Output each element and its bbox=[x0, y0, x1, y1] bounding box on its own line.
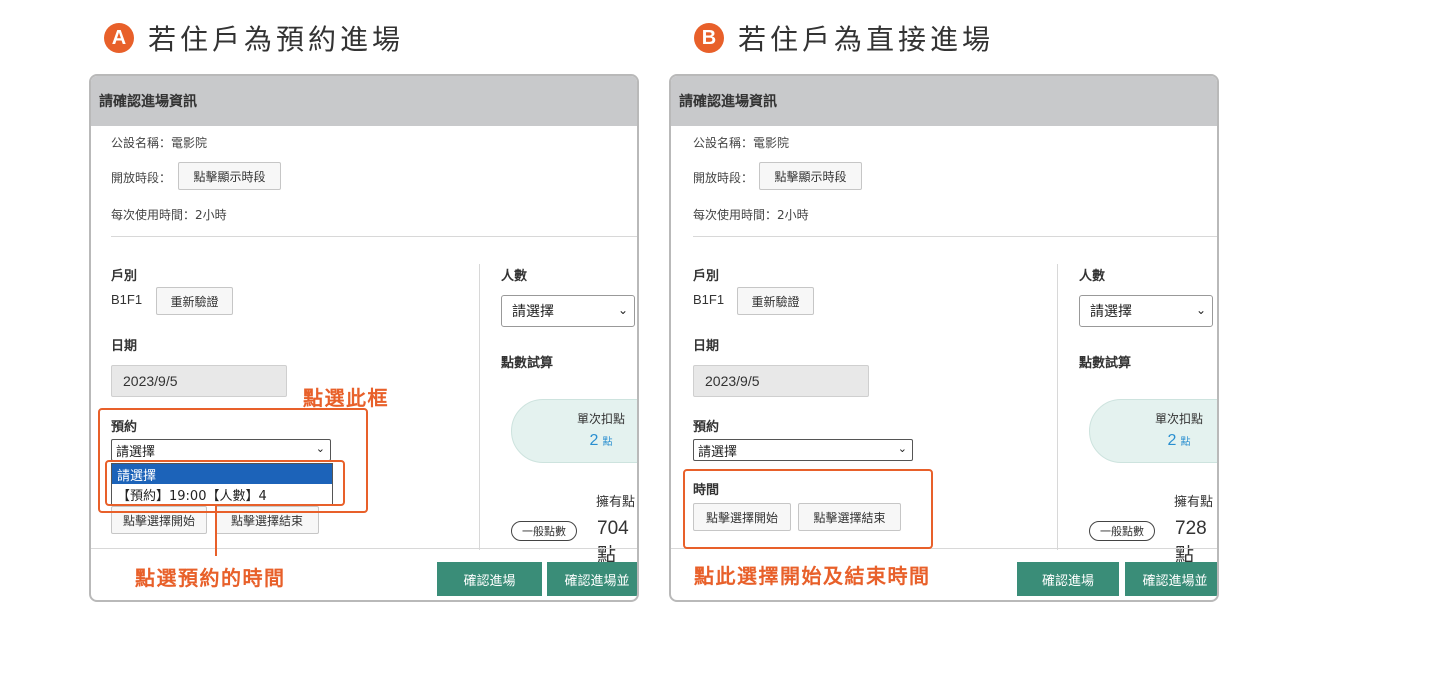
date-field[interactable]: 2023/9/5 bbox=[111, 365, 287, 397]
per-use-unit: 點 bbox=[602, 437, 613, 448]
usage-time: 每次使用時間：2小時 bbox=[111, 208, 227, 222]
confirm-entry-plus-button[interactable]: 確認進場並 bbox=[547, 562, 637, 596]
badge-a: A bbox=[104, 23, 134, 53]
callout-box-options bbox=[105, 460, 345, 506]
reverify-button[interactable]: 重新驗證 bbox=[737, 287, 814, 315]
point-type-badge: 一般點數 bbox=[511, 521, 577, 541]
divider bbox=[693, 236, 1217, 237]
people-select-value: 請選擇 bbox=[1090, 304, 1132, 320]
owned-points-number: 704 bbox=[597, 518, 629, 539]
panel-a: 請確認進場資訊 公設名稱：電影院 開放時段： 點擊顯示時段 每次使用時間：2小時… bbox=[89, 74, 639, 602]
per-use-caption: 單次扣點 bbox=[1154, 412, 1203, 426]
owned-points-number: 728 bbox=[1175, 518, 1207, 539]
reverify-button[interactable]: 重新驗證 bbox=[156, 287, 233, 315]
callout-time-text: 點選預約的時間 bbox=[135, 566, 286, 590]
show-hours-button[interactable]: 點擊顯示時段 bbox=[178, 162, 281, 190]
panel-a-header: 請確認進場資訊 bbox=[91, 76, 637, 126]
heading-a-text: 若住戶為預約進場 bbox=[148, 23, 405, 56]
callout-connector bbox=[215, 506, 217, 556]
household-label: 戶別 bbox=[693, 269, 720, 284]
point-type-badge: 一般點數 bbox=[1089, 521, 1155, 541]
chevron-down-icon: ⌄ bbox=[897, 442, 907, 455]
reservation-label: 預約 bbox=[693, 420, 720, 435]
open-hours-label: 開放時段： bbox=[111, 171, 172, 185]
facility-name: 公設名稱：電影院 bbox=[111, 136, 208, 150]
per-use-caption: 單次扣點 bbox=[576, 412, 625, 426]
household-value: B1F1 bbox=[693, 292, 725, 307]
chevron-down-icon: ⌄ bbox=[617, 303, 628, 317]
panel-a-body: 公設名稱：電影院 開放時段： 點擊顯示時段 每次使用時間：2小時 戶別 B1F1… bbox=[91, 126, 637, 600]
confirm-entry-plus-button[interactable]: 確認進場並 bbox=[1125, 562, 1217, 596]
reservation-select[interactable]: 請選擇 ⌄ bbox=[693, 439, 913, 461]
date-label: 日期 bbox=[693, 339, 720, 354]
reservation-select-value: 請選擇 bbox=[698, 444, 738, 460]
heading-b-text: 若住戶為直接進場 bbox=[738, 23, 995, 56]
household-value: B1F1 bbox=[111, 292, 143, 307]
callout-select-text: 點選此框 bbox=[303, 386, 389, 410]
owned-points-value: 728點 bbox=[1175, 518, 1217, 567]
people-label: 人數 bbox=[1079, 269, 1106, 284]
people-select-value: 請選擇 bbox=[512, 304, 554, 320]
callout-box-time bbox=[683, 469, 933, 549]
points-calc-label: 點數試算 bbox=[1079, 356, 1132, 371]
per-use-number: 2 bbox=[1167, 432, 1177, 449]
divider bbox=[111, 236, 637, 237]
per-use-number: 2 bbox=[589, 432, 599, 449]
points-calc-label: 點數試算 bbox=[501, 356, 554, 371]
facility-name: 公設名稱：電影院 bbox=[693, 136, 790, 150]
household-label: 戶別 bbox=[111, 269, 138, 284]
per-use-unit: 點 bbox=[1180, 437, 1191, 448]
confirm-entry-button[interactable]: 確認進場 bbox=[437, 562, 542, 596]
owned-points-label: 擁有點 bbox=[1174, 495, 1214, 510]
heading-b: B 若住戶為直接進場 bbox=[694, 18, 994, 58]
people-select[interactable]: 請選擇 ⌄ bbox=[1079, 295, 1213, 327]
people-label: 人數 bbox=[501, 269, 528, 284]
footer-divider bbox=[91, 548, 637, 549]
show-hours-button[interactable]: 點擊顯示時段 bbox=[759, 162, 862, 190]
usage-time: 每次使用時間：2小時 bbox=[693, 208, 809, 222]
owned-points-label: 擁有點 bbox=[596, 495, 636, 510]
badge-b: B bbox=[694, 23, 724, 53]
confirm-entry-button[interactable]: 確認進場 bbox=[1017, 562, 1119, 596]
people-select[interactable]: 請選擇 ⌄ bbox=[501, 295, 635, 327]
callout-time-text: 點此選擇開始及結束時間 bbox=[694, 564, 931, 588]
panel-b-header: 請確認進場資訊 bbox=[671, 76, 1217, 126]
column-divider bbox=[1057, 264, 1058, 550]
owned-points-value: 704點 bbox=[597, 518, 637, 567]
column-divider bbox=[479, 264, 480, 550]
date-field[interactable]: 2023/9/5 bbox=[693, 365, 869, 397]
per-use-value: 2點 bbox=[1090, 432, 1217, 450]
open-hours-label: 開放時段： bbox=[693, 171, 754, 185]
per-use-value: 2點 bbox=[512, 432, 637, 450]
per-use-points-card: 單次扣點 2點 bbox=[511, 399, 637, 463]
date-label: 日期 bbox=[111, 339, 138, 354]
heading-a: A 若住戶為預約進場 bbox=[104, 18, 404, 58]
per-use-points-card: 單次扣點 2點 bbox=[1089, 399, 1217, 463]
chevron-down-icon: ⌄ bbox=[1195, 303, 1206, 317]
